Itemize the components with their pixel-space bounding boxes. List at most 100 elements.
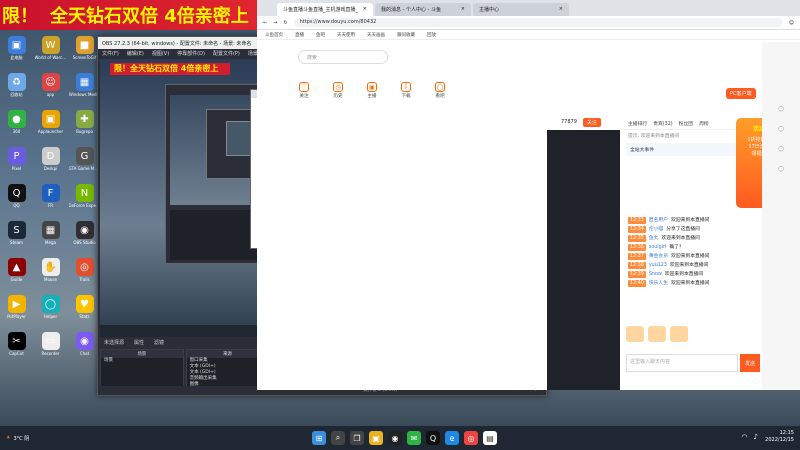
desktop-icon[interactable]: ▣ Applauncher	[34, 110, 67, 146]
back-icon[interactable]: ←	[263, 20, 267, 26]
site-nav-item[interactable]: ♡ 关注	[294, 82, 314, 99]
chrome-icon[interactable]: ◎	[464, 431, 478, 445]
chat-input[interactable]: 这里输入聊天内容	[626, 354, 738, 372]
app-icon: ▦	[75, 73, 94, 91]
qq-icon[interactable]: Q	[426, 431, 440, 445]
close-icon[interactable]: ×	[461, 6, 465, 13]
site-nav-item[interactable]: ▣ 主播	[362, 82, 382, 99]
chat-user[interactable]: Snow	[649, 271, 662, 278]
chat-user[interactable]: 鱼丸	[649, 235, 659, 242]
chat-text: 欢迎来到本直播间	[664, 272, 704, 277]
desktop-icon[interactable]: ▶ PotPlayer	[0, 295, 33, 331]
chat-time: 12:34	[628, 226, 646, 233]
profile-icon[interactable]: ☺	[789, 20, 794, 26]
desktop-icon-label: Helper	[43, 314, 58, 319]
rail-icon[interactable]: ◯	[778, 126, 784, 132]
volume-icon[interactable]: ♪	[754, 433, 758, 441]
desktop-icon[interactable]: ▲ Guide	[0, 258, 33, 294]
refresh-icon[interactable]: ↻	[283, 20, 287, 26]
chat-user[interactable]: 匿名用户	[649, 217, 668, 224]
chat-user[interactable]: 快乐人生	[649, 280, 668, 287]
wifi-icon[interactable]: ◠	[741, 433, 747, 441]
chat-text: 欢迎来到本直播间	[661, 236, 700, 241]
chat-tab[interactable]: 主播排行	[628, 120, 647, 127]
app-icon: ✚	[75, 110, 94, 128]
bookmark-item[interactable]: 天天使用	[337, 32, 355, 38]
site-nav-item[interactable]: ◷ 历史	[328, 82, 348, 99]
bookmark-item[interactable]: 直播	[295, 32, 304, 38]
chat-user[interactable]: yuu123	[649, 262, 667, 269]
pc-client-button[interactable]: PC客户端	[726, 88, 756, 99]
chat-time: 12:39	[628, 271, 646, 278]
bookmark-item[interactable]: 天天画画	[367, 32, 385, 38]
chat-tab[interactable]: 贵宾(32)	[653, 120, 672, 127]
chat-user[interactable]: 黄金会员	[649, 253, 668, 260]
desktop-icon[interactable]: ▣ 此电脑	[0, 36, 33, 72]
rail-icon[interactable]: ◯	[778, 146, 784, 152]
obs-menu-item[interactable]: 编辑(E)	[127, 50, 144, 57]
desktop-icon[interactable]: ◯ Helper	[34, 295, 67, 331]
edge-icon[interactable]: e	[445, 431, 459, 445]
obs-menu-item[interactable]: 视图(V)	[152, 50, 169, 57]
desktop-icon-label: Steam	[10, 240, 23, 245]
desktop-icon[interactable]: S Steam	[0, 221, 33, 257]
desktop-icon[interactable]: ☺ app	[34, 73, 67, 109]
wechat-icon[interactable]: ✉	[407, 431, 421, 445]
properties-button[interactable]: 属性	[134, 339, 144, 346]
explorer-icon[interactable]: ▣	[369, 431, 383, 445]
send-button[interactable]: 发送	[740, 354, 760, 372]
filters-button[interactable]: 滤镜	[154, 339, 164, 346]
desktop-icon[interactable]: ✂ CapCut	[0, 332, 33, 368]
chat-tab[interactable]: 周榜	[699, 120, 709, 127]
taskview-icon[interactable]: ❐	[350, 431, 364, 445]
obs-menu-item[interactable]: 配置文件(P)	[213, 50, 240, 57]
bookmark-item[interactable]: 斗鱼首页	[265, 32, 283, 38]
start-icon[interactable]: ⊞	[312, 431, 326, 445]
desktop-icon[interactable]: Q QQ	[0, 184, 33, 220]
video-player[interactable]	[547, 130, 620, 390]
site-nav-item[interactable]: ◯ 看吧	[430, 82, 450, 99]
follow-button[interactable]: 关注	[582, 117, 601, 127]
desktop-icon[interactable]: W World of Warcraft	[34, 36, 67, 72]
address-bar-row: ← → ↻ https://www.douyu.com/80432 ☺	[257, 16, 800, 30]
desktop-icon[interactable]: ▭ Recorder	[34, 332, 67, 368]
desktop-icon[interactable]: ✋ Mouse	[34, 258, 67, 294]
desktop-icon[interactable]: ♻ 回收站	[0, 73, 33, 109]
browser-tab[interactable]: 斗鱼直播斗鱼直播_主机游戏直播_ ×	[277, 3, 373, 16]
desktop-icon[interactable]: F FR	[34, 184, 67, 220]
browser-tab[interactable]: 主播中心 ×	[473, 3, 569, 16]
system-tray: ◠ ♪	[741, 433, 758, 441]
site-nav-item[interactable]: ⇩ 下载	[396, 82, 416, 99]
gift-item[interactable]	[648, 326, 666, 342]
rail-icon[interactable]: ◯	[778, 166, 784, 172]
url-input[interactable]: https://www.douyu.com/80432	[293, 18, 783, 27]
chat-user[interactable]: 伦小喵	[649, 226, 663, 233]
bookmark-item[interactable]: 跟同收藏	[397, 32, 415, 38]
weather-widget[interactable]: ☀ 3°C 阴	[0, 435, 60, 442]
taskbar-clock[interactable]: 12:15 2022/12/15	[765, 430, 794, 444]
obs-menu-item[interactable]: 文件(F)	[102, 50, 119, 57]
gift-row[interactable]	[622, 326, 762, 346]
obs-icon[interactable]: ◉	[388, 431, 402, 445]
rail-icon[interactable]: ◯	[778, 106, 784, 112]
chat-user[interactable]: soulgirl	[649, 244, 667, 251]
site-search-input[interactable]: 搜索	[298, 50, 388, 64]
gift-item[interactable]	[670, 326, 688, 342]
close-icon[interactable]: ×	[363, 6, 367, 13]
browser-tab[interactable]: 我的消息 - 个人中心 - 斗鱼 ×	[375, 3, 471, 16]
bookmark-item[interactable]: 鱼吧	[316, 32, 325, 38]
obs-menu-item[interactable]: 停靠部件(D)	[177, 50, 205, 57]
desktop-icon[interactable]: D Deskpi	[34, 147, 67, 183]
chat-tab[interactable]: 粉丝团	[679, 120, 693, 127]
close-icon[interactable]: ×	[559, 6, 563, 13]
bookmark-item[interactable]: 回放	[427, 32, 436, 38]
desktop-icon[interactable]: P Pixel	[0, 147, 33, 183]
scene-item[interactable]: 场景	[101, 358, 183, 364]
search-icon[interactable]: ⌕	[331, 431, 345, 445]
desktop-icon[interactable]: ▦ Mega	[34, 221, 67, 257]
gift-item[interactable]	[626, 326, 644, 342]
desktop-icon[interactable]: ● 360	[0, 110, 33, 146]
doc-icon[interactable]: ▤	[483, 431, 497, 445]
nav-label: 下载	[401, 94, 411, 99]
forward-icon[interactable]: →	[273, 20, 277, 26]
